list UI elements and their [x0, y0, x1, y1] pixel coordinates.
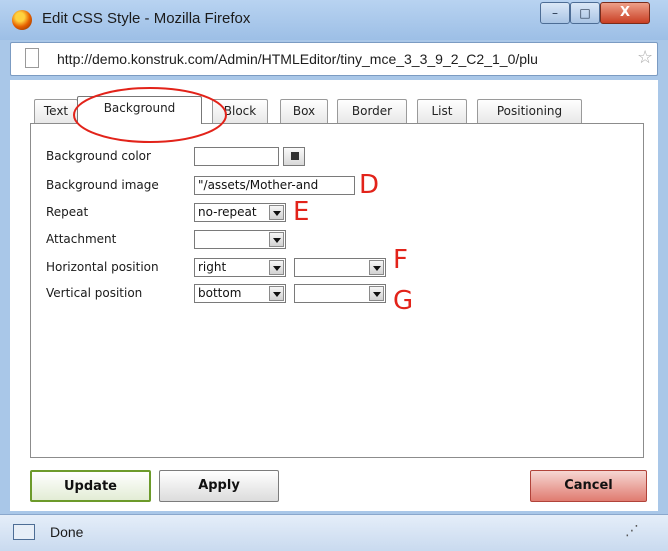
vertical-position-value: bottom — [198, 286, 242, 300]
chevron-down-icon[interactable] — [369, 260, 384, 275]
tab-box[interactable]: Box — [280, 99, 328, 123]
horizontal-position-unit-select[interactable] — [294, 258, 386, 277]
tab-list[interactable]: List — [417, 99, 467, 123]
maximize-button[interactable]: □ — [570, 2, 600, 24]
annotation-d: D — [359, 170, 380, 200]
horizontal-position-select[interactable]: right — [194, 258, 286, 277]
url-text[interactable]: http://demo.konstruk.com/Admin/HTMLEdito… — [57, 51, 635, 67]
dialog-footer: Update Apply Cancel — [10, 470, 658, 511]
attachment-select[interactable] — [194, 230, 286, 249]
repeat-select[interactable]: no-repeat — [194, 203, 286, 222]
color-picker-button[interactable] — [283, 147, 305, 166]
cancel-button[interactable]: Cancel — [530, 470, 647, 502]
tab-positioning[interactable]: Positioning — [477, 99, 582, 123]
resize-grip-icon[interactable]: ⋰ — [622, 523, 642, 541]
page-icon — [25, 48, 39, 68]
title-bar[interactable]: Edit CSS Style - Mozilla Firefox – □ X — [0, 0, 668, 40]
horizontal-position-value: right — [198, 260, 227, 274]
vertical-position-label: Vertical position — [46, 286, 143, 300]
chevron-down-icon[interactable] — [269, 232, 284, 247]
repeat-label: Repeat — [46, 205, 89, 219]
repeat-value: no-repeat — [198, 205, 257, 219]
status-text: Done — [50, 524, 84, 540]
update-button[interactable]: Update — [30, 470, 151, 502]
annotation-f: F — [393, 245, 408, 275]
background-image-label: Background image — [46, 178, 159, 192]
window-title: Edit CSS Style - Mozilla Firefox — [42, 10, 251, 27]
close-button[interactable]: X — [600, 2, 650, 24]
firefox-logo-icon — [12, 10, 32, 30]
background-image-input[interactable]: "/assets/Mother-and — [194, 176, 355, 195]
background-color-input[interactable] — [194, 147, 279, 166]
highlight-circle — [73, 87, 227, 143]
vertical-position-unit-select[interactable] — [294, 284, 386, 303]
background-panel: Background color Background image "/asse… — [30, 123, 644, 458]
vertical-position-select[interactable]: bottom — [194, 284, 286, 303]
chevron-down-icon[interactable] — [269, 205, 284, 220]
attachment-label: Attachment — [46, 232, 117, 246]
apply-button[interactable]: Apply — [159, 470, 279, 502]
bookmark-star-icon[interactable]: ☆ — [637, 48, 653, 68]
chevron-down-icon[interactable] — [269, 286, 284, 301]
status-icon — [13, 524, 35, 540]
chevron-down-icon[interactable] — [269, 260, 284, 275]
background-color-label: Background color — [46, 149, 151, 163]
status-bar: Done ⋰ — [0, 514, 668, 551]
horizontal-position-label: Horizontal position — [46, 260, 159, 274]
dialog-content: Text Background Block Box Border List Po… — [10, 80, 658, 511]
annotation-g: G — [393, 286, 414, 316]
tab-border[interactable]: Border — [337, 99, 407, 123]
annotation-e: E — [293, 197, 310, 227]
chevron-down-icon[interactable] — [369, 286, 384, 301]
minimize-button[interactable]: – — [540, 2, 570, 24]
browser-window: Edit CSS Style - Mozilla Firefox – □ X h… — [0, 0, 668, 551]
address-bar[interactable]: http://demo.konstruk.com/Admin/HTMLEdito… — [10, 42, 658, 76]
